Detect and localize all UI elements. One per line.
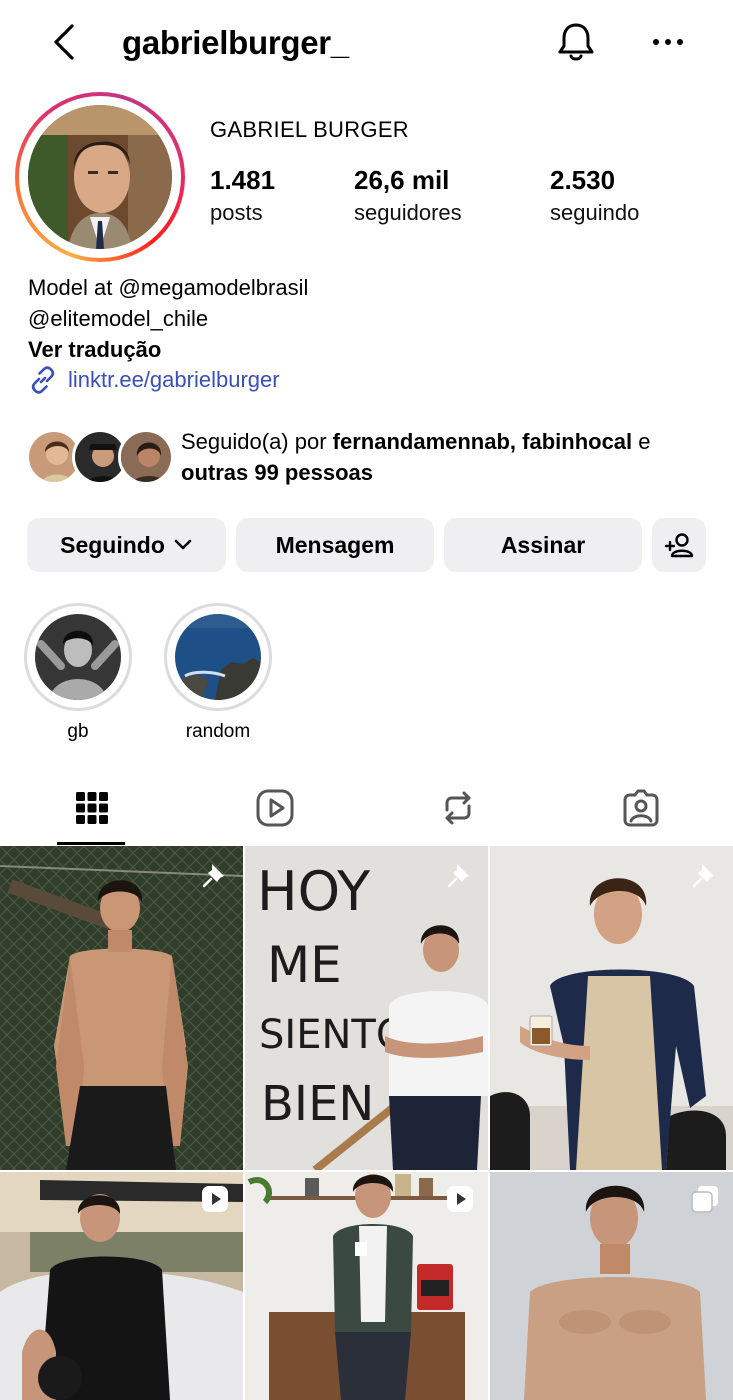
reels-icon [256,789,293,827]
profile-avatar-story-ring[interactable] [15,92,185,262]
post-photo-text: HOY [257,860,371,923]
pinned-icon [447,864,469,888]
post-thumbnail[interactable] [490,1172,733,1400]
profile-username: gabrielburger_ [122,24,349,61]
tab-reposts[interactable] [366,770,549,846]
grid-icon [75,792,108,824]
active-tab-indicator [57,842,125,845]
profile-link-text[interactable]: linktr.ee/gabrielburger [68,367,280,393]
highlight-cover [35,614,121,700]
message-button[interactable]: Mensagem [236,518,434,572]
followers-label: seguidores [354,200,462,225]
tab-posts[interactable] [0,770,183,846]
mutual-others[interactable]: outras 99 pessoas [181,460,373,485]
highlight-random[interactable]: random [163,603,273,743]
more-options-icon[interactable] [648,24,688,60]
highlight-cover [175,614,261,700]
highlight-label: random [185,721,251,742]
followers-stat[interactable]: 26,6 mil seguidores [354,165,462,226]
message-button-label: Mensagem [275,531,395,558]
bio-line[interactable]: @elitemodel_chile [28,303,308,334]
reel-icon [447,1186,473,1212]
subscribe-button[interactable]: Assinar [444,518,642,572]
profile-link[interactable]: linktr.ee/gabrielburger [28,365,280,395]
following-button[interactable]: Seguindo [27,518,226,572]
top-bar: gabrielburger_ [0,0,733,90]
pinned-icon [202,864,224,888]
link-icon [31,366,55,394]
profile-bio: Model at @megamodelbrasil @elitemodel_ch… [28,272,308,365]
post-thumbnail[interactable] [245,1172,488,1400]
following-button-label: Seguindo [60,531,165,558]
highlight-ring [164,603,272,711]
posts-count: 1.481 [210,165,276,195]
highlight-ring [24,603,132,711]
mutual-followers[interactable]: Seguido(a) por fernandamennab, fabinhoca… [26,426,716,488]
chevron-down-icon [174,539,192,550]
mutual-avatar [118,429,174,485]
tab-tagged[interactable] [549,770,732,846]
add-user-icon [664,533,694,558]
following-label: seguindo [550,200,640,225]
suggested-users-button[interactable] [652,518,706,572]
mutual-followers-text: Seguido(a) por fernandamennab, fabinhoca… [181,426,721,488]
tab-reels[interactable] [183,770,366,846]
tagged-icon [623,789,658,827]
highlight-label: gb [67,721,89,742]
post-thumbnail[interactable]: HOY ME SIENTO BIEN [245,846,488,1170]
post-thumbnail[interactable] [0,1172,243,1400]
bell-icon[interactable] [554,20,598,64]
posts-grid: HOY ME SIENTO BIEN [0,846,733,1400]
posts-label: posts [210,200,263,225]
bio-line[interactable]: Model at @megamodelbrasil [28,272,308,303]
profile-full-name: GABRIEL BURGER [210,117,409,142]
reel-icon [202,1186,228,1212]
followers-count: 26,6 mil [354,165,450,195]
post-photo-text: BIEN [261,1076,374,1132]
mutual-prefix: Seguido(a) por [181,429,333,454]
following-count: 2.530 [550,165,616,195]
pinned-icon [692,864,714,888]
back-icon[interactable] [46,22,86,62]
posts-stat[interactable]: 1.481 posts [210,165,275,226]
profile-tabs [0,770,733,846]
subscribe-button-label: Assinar [500,531,586,558]
profile-avatar [28,105,172,249]
carousel-icon [691,1186,718,1213]
highlight-gb[interactable]: gb [23,603,133,743]
post-photo-text: ME [267,936,342,994]
following-stat[interactable]: 2.530 seguindo [550,165,639,226]
mutual-names[interactable]: fernandamennab, fabinhocal [333,429,633,454]
mutual-conjunction: e [632,429,651,454]
reposts-icon [445,791,470,825]
post-thumbnail[interactable] [0,846,243,1170]
see-translation-link[interactable]: Ver tradução [28,334,308,365]
post-thumbnail[interactable] [490,846,733,1170]
